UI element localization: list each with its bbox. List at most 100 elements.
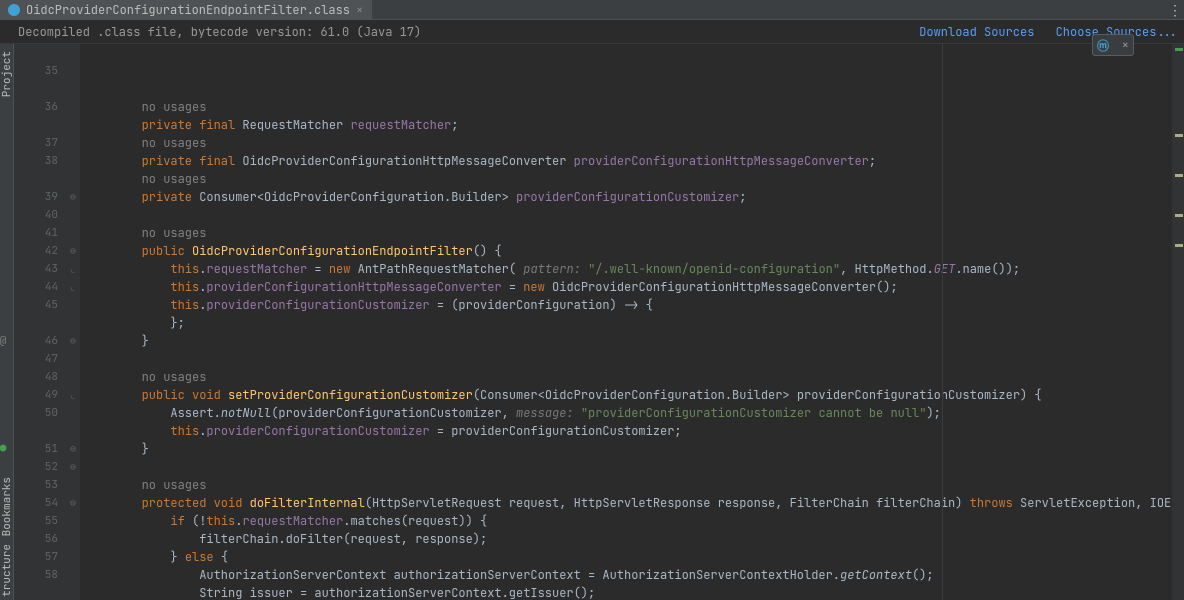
line-number[interactable]: 51●: [14, 440, 58, 458]
code-line[interactable]: no usages: [84, 134, 1172, 152]
code-line[interactable]: if (!this.requestMatcher.matches(request…: [84, 512, 1172, 530]
fold-toggle: [66, 224, 80, 242]
decompile-info: Decompiled .class file, bytecode version…: [6, 24, 421, 40]
fold-toggle: [66, 152, 80, 170]
fold-toggle: [66, 134, 80, 152]
line-number[interactable]: [14, 170, 58, 188]
line-number[interactable]: 56: [14, 530, 58, 548]
close-icon[interactable]: ×: [1122, 37, 1129, 53]
code-line[interactable]: filterChain.doFilter(request, response);: [84, 530, 1172, 548]
close-icon[interactable]: ×: [356, 4, 363, 16]
line-number[interactable]: 41: [14, 224, 58, 242]
line-number[interactable]: 40: [14, 206, 58, 224]
code-line[interactable]: no usages: [84, 368, 1172, 386]
structure-tool[interactable]: tructure: [0, 541, 14, 600]
editor: Project Bookmarks tructure 3536373839404…: [0, 44, 1184, 600]
code-line[interactable]: }: [84, 440, 1172, 458]
code-area[interactable]: no usages private final RequestMatcher r…: [80, 44, 1172, 600]
fold-toggle[interactable]: ⊖: [66, 188, 80, 206]
code-line[interactable]: }: [84, 332, 1172, 350]
line-number[interactable]: [14, 314, 58, 332]
bookmarks-tool[interactable]: Bookmarks: [0, 474, 14, 539]
left-toolwindow-bar: Project Bookmarks tructure: [0, 44, 14, 600]
code-line[interactable]: public OidcProviderConfigurationEndpoint…: [84, 242, 1172, 260]
inspection-marker[interactable]: [1175, 134, 1183, 137]
fold-toggle: [66, 80, 80, 98]
line-number[interactable]: 35: [14, 62, 58, 80]
line-number[interactable]: 48: [14, 368, 58, 386]
fold-toggle[interactable]: ⌞: [66, 278, 80, 296]
code-line[interactable]: private final RequestMatcher requestMatc…: [84, 116, 1172, 134]
code-line[interactable]: no usages: [84, 170, 1172, 188]
fold-toggle[interactable]: ⌞: [66, 260, 80, 278]
fold-toggle: [66, 44, 80, 62]
fold-toggle[interactable]: ⊖: [66, 242, 80, 260]
fold-toggle[interactable]: ⊖: [66, 494, 80, 512]
line-number[interactable]: 44: [14, 278, 58, 296]
line-number[interactable]: 46@: [14, 332, 58, 350]
fold-toggle[interactable]: ⊖: [66, 332, 80, 350]
code-line[interactable]: AuthorizationServerContext authorization…: [84, 566, 1172, 584]
line-number[interactable]: 42: [14, 242, 58, 260]
line-number[interactable]: [14, 116, 58, 134]
fold-toggle[interactable]: ⊖: [66, 458, 80, 476]
class-file-icon: [8, 4, 20, 16]
fold-toggle: [66, 170, 80, 188]
line-number[interactable]: 58: [14, 566, 58, 584]
download-sources-link[interactable]: Download Sources: [919, 24, 1034, 40]
line-number[interactable]: 54: [14, 494, 58, 512]
code-line[interactable]: [84, 458, 1172, 476]
fold-gutter[interactable]: ⊖⊖⌞⌞⊖⌞⊖⊖⊖: [66, 44, 80, 600]
code-line[interactable]: String issuer = authorizationServerConte…: [84, 584, 1172, 600]
fold-toggle[interactable]: ⌞: [66, 386, 80, 404]
line-number[interactable]: 47: [14, 350, 58, 368]
project-tool[interactable]: Project: [0, 48, 14, 100]
more-menu-icon[interactable]: ⋮: [1168, 2, 1182, 20]
line-number[interactable]: 50: [14, 404, 58, 422]
status-marker: [1175, 48, 1183, 51]
line-number[interactable]: 38: [14, 152, 58, 170]
inspection-marker[interactable]: [1175, 174, 1183, 177]
fold-toggle: [66, 368, 80, 386]
code-line[interactable]: this.requestMatcher = new AntPathRequest…: [84, 260, 1172, 278]
line-number[interactable]: 49: [14, 386, 58, 404]
code-line[interactable]: no usages: [84, 98, 1172, 116]
inspection-marker[interactable]: [1175, 214, 1183, 217]
line-number[interactable]: 36: [14, 98, 58, 116]
code-line[interactable]: no usages: [84, 224, 1172, 242]
code-line[interactable]: private final OidcProviderConfigurationH…: [84, 152, 1172, 170]
code-line[interactable]: protected void doFilterInternal(HttpServ…: [84, 494, 1172, 512]
line-number[interactable]: [14, 422, 58, 440]
line-number[interactable]: [14, 80, 58, 98]
code-line[interactable]: this.providerConfigurationHttpMessageCon…: [84, 278, 1172, 296]
line-number[interactable]: 39: [14, 188, 58, 206]
code-line[interactable]: [84, 350, 1172, 368]
code-line[interactable]: };: [84, 314, 1172, 332]
line-number[interactable]: 45: [14, 296, 58, 314]
line-number[interactable]: 52: [14, 458, 58, 476]
code-line[interactable]: public void setProviderConfigurationCust…: [84, 386, 1172, 404]
code-line[interactable]: this.providerConfigurationCustomizer = (…: [84, 296, 1172, 314]
fold-toggle: [66, 530, 80, 548]
inspection-marker[interactable]: [1175, 244, 1183, 247]
code-line[interactable]: [84, 206, 1172, 224]
line-number[interactable]: 57: [14, 548, 58, 566]
line-number[interactable]: 43: [14, 260, 58, 278]
reader-mode-badge[interactable]: ⓜ ×: [1092, 34, 1134, 56]
code-line[interactable]: private Consumer<OidcProviderConfigurati…: [84, 188, 1172, 206]
fold-toggle: [66, 548, 80, 566]
code-line[interactable]: no usages: [84, 476, 1172, 494]
line-number[interactable]: 37: [14, 134, 58, 152]
line-number[interactable]: 53: [14, 476, 58, 494]
code-line[interactable]: } else {: [84, 548, 1172, 566]
code-line[interactable]: Assert.notNull(providerConfigurationCust…: [84, 404, 1172, 422]
code-line[interactable]: this.providerConfigurationCustomizer = p…: [84, 422, 1172, 440]
editor-tab[interactable]: OidcProviderConfigurationEndpointFilter.…: [0, 0, 372, 20]
line-number[interactable]: 55: [14, 512, 58, 530]
line-number[interactable]: [14, 44, 58, 62]
fold-toggle: [66, 422, 80, 440]
fold-toggle[interactable]: ⊖: [66, 440, 80, 458]
fold-toggle: [66, 314, 80, 332]
error-stripe[interactable]: [1172, 44, 1184, 600]
tab-title: OidcProviderConfigurationEndpointFilter.…: [26, 2, 350, 18]
